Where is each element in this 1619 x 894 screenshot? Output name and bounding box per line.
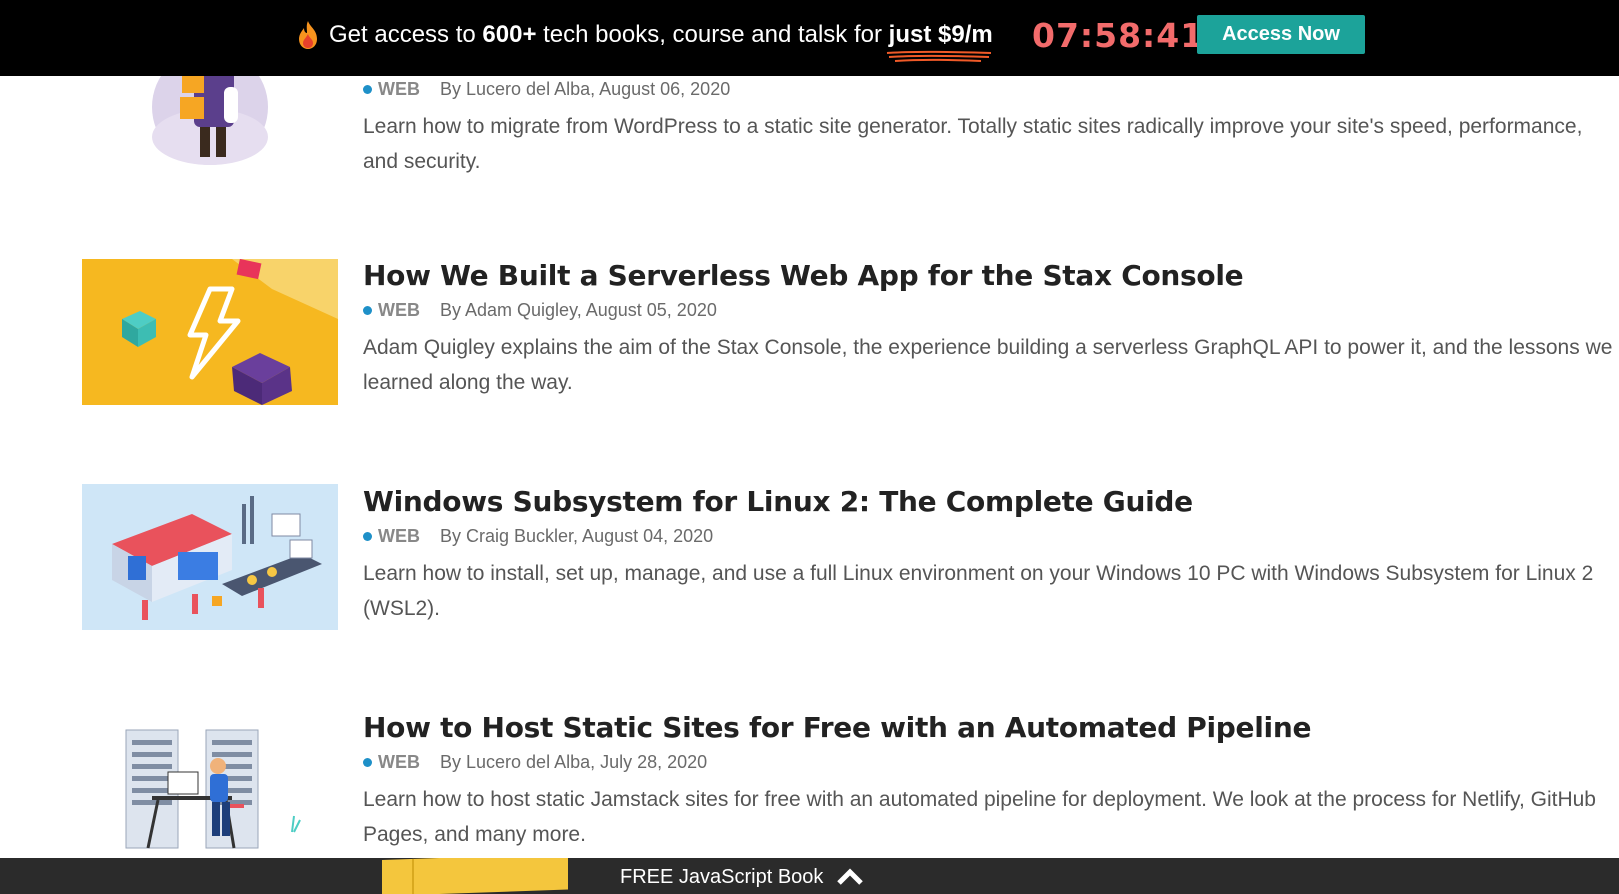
book-cover-image xyxy=(382,858,568,894)
promo-price: just $9/m xyxy=(886,21,993,62)
article-meta: WEB By Craig Buckler, August 04, 2020 xyxy=(363,522,1619,550)
article-excerpt: Learn how to host static Jamstack sites … xyxy=(363,788,1596,846)
category-tag[interactable]: WEB xyxy=(363,526,420,547)
article-title[interactable]: Windows Subsystem for Linux 2: The Compl… xyxy=(363,482,1619,522)
underline-scribble-icon xyxy=(886,50,991,62)
promo-text-before: Get access to xyxy=(329,21,483,48)
article-thumbnail[interactable] xyxy=(82,484,338,630)
article-content: WEB By Lucero del Alba, August 06, 2020 … xyxy=(363,75,1619,179)
category-tag[interactable]: WEB xyxy=(363,752,420,773)
server-rack-developer-illustration xyxy=(82,712,338,858)
article-content: Windows Subsystem for Linux 2: The Compl… xyxy=(363,482,1619,626)
free-book-label[interactable]: FREE JavaScript Book xyxy=(620,862,823,892)
article-byline: By Lucero del Alba, August 06, 2020 xyxy=(440,78,731,99)
access-now-button[interactable]: Access Now xyxy=(1197,15,1365,54)
category-dot-icon xyxy=(363,757,372,767)
promo-banner: Get access to 600+ tech books, course an… xyxy=(0,0,1619,76)
fire-icon xyxy=(299,21,317,49)
article-byline: By Craig Buckler, August 04, 2020 xyxy=(440,525,714,546)
book-spine xyxy=(412,858,414,894)
isometric-factory-illustration xyxy=(82,484,338,630)
article-byline: By Lucero del Alba, July 28, 2020 xyxy=(440,751,708,772)
countdown-timer: 07:58:41 xyxy=(1032,16,1205,55)
article-excerpt: Adam Quigley explains the aim of the Sta… xyxy=(363,336,1613,394)
category-tag[interactable]: WEB xyxy=(363,79,420,100)
promo-count: 600+ xyxy=(482,21,537,48)
article-excerpt: Learn how to install, set up, manage, an… xyxy=(363,562,1594,620)
category-dot-icon xyxy=(363,84,372,94)
category-label: WEB xyxy=(378,78,420,99)
serverless-lightning-illustration xyxy=(82,259,338,405)
chevron-up-icon[interactable] xyxy=(836,866,864,886)
article-title[interactable]: How We Built a Serverless Web App for th… xyxy=(363,256,1619,296)
article-thumbnail[interactable] xyxy=(82,712,338,858)
article-byline: By Adam Quigley, August 05, 2020 xyxy=(440,299,717,320)
promo-price-text: just $9/m xyxy=(888,21,993,48)
article-meta: WEB By Lucero del Alba, August 06, 2020 xyxy=(363,75,1619,103)
article-title[interactable]: How to Host Static Sites for Free with a… xyxy=(363,708,1619,748)
category-tag[interactable]: WEB xyxy=(363,300,420,321)
article-meta: WEB By Lucero del Alba, July 28, 2020 xyxy=(363,748,1619,776)
category-label: WEB xyxy=(378,751,420,772)
promo-text-middle: tech books, course and talsk for xyxy=(536,21,889,48)
article-content: How to Host Static Sites for Free with a… xyxy=(363,708,1619,852)
free-book-bar[interactable]: FREE JavaScript Book xyxy=(0,858,1619,894)
article-content: How We Built a Serverless Web App for th… xyxy=(363,256,1619,400)
promo-message: Get access to 600+ tech books, course an… xyxy=(329,18,993,62)
article-excerpt: Learn how to migrate from WordPress to a… xyxy=(363,115,1583,173)
category-label: WEB xyxy=(378,525,420,546)
article-meta: WEB By Adam Quigley, August 05, 2020 xyxy=(363,296,1619,324)
category-label: WEB xyxy=(378,299,420,320)
category-dot-icon xyxy=(363,531,372,541)
article-thumbnail[interactable] xyxy=(82,259,338,405)
category-dot-icon xyxy=(363,305,372,315)
